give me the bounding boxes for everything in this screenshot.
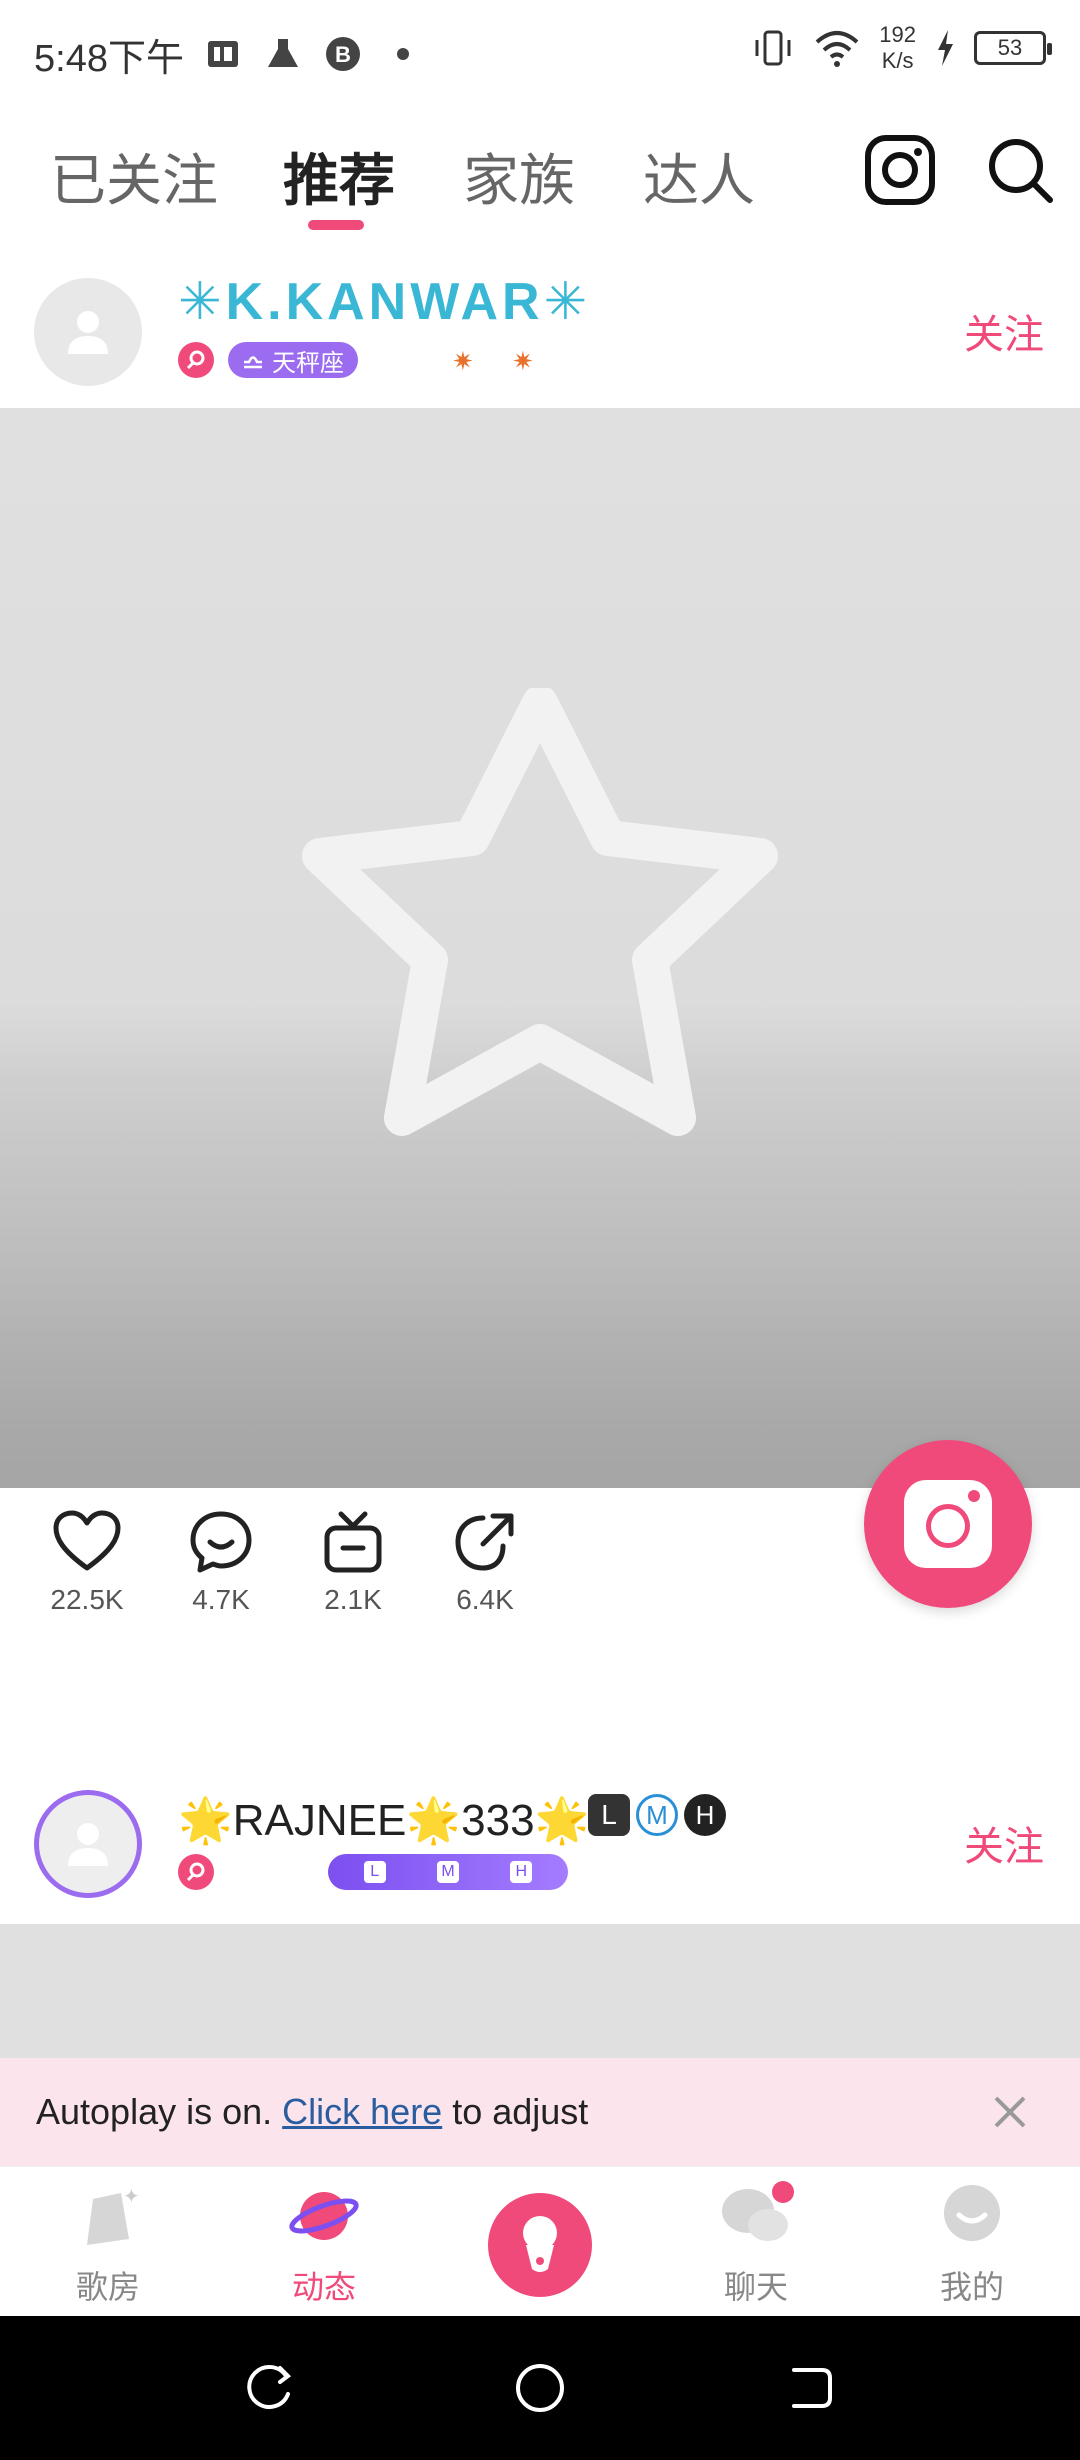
tab-recommended[interactable]: 推荐 bbox=[283, 136, 395, 217]
nav-label: 聊天 bbox=[723, 2268, 788, 2306]
flask-icon bbox=[267, 39, 298, 67]
level-tag-m: M bbox=[636, 1794, 678, 1836]
b-badge-icon: B bbox=[325, 37, 360, 71]
follow-button[interactable]: 关注 bbox=[964, 302, 1044, 360]
tab-family[interactable]: 家族 bbox=[463, 136, 575, 217]
post-media[interactable] bbox=[0, 1924, 1080, 2064]
status-right: 192 K/s 53 bbox=[751, 22, 1052, 74]
follow-button[interactable]: 关注 bbox=[964, 1814, 1044, 1872]
comment-action[interactable]: 4.7K bbox=[166, 1510, 276, 1616]
nav-item-feed[interactable]: 动态 bbox=[254, 2181, 394, 2308]
unread-dot bbox=[772, 2181, 794, 2203]
gift-icon bbox=[324, 1511, 382, 1573]
search-icon[interactable] bbox=[982, 132, 1058, 208]
nav-item-profile[interactable]: 我的 bbox=[902, 2181, 1042, 2308]
comment-count: 4.7K bbox=[192, 1584, 250, 1615]
top-tab-bar: 已关注 推荐 家族 达人 bbox=[0, 120, 1080, 240]
level-badge: L M H bbox=[328, 1854, 568, 1890]
placeholder-star-icon bbox=[302, 688, 778, 1136]
nav-item-karaoke[interactable]: ✦ 歌房 bbox=[38, 2181, 178, 2308]
microphone-room-icon: ✦ bbox=[87, 2186, 140, 2245]
status-time: 5:48下午 bbox=[34, 37, 184, 80]
level-tag-h: H bbox=[684, 1794, 726, 1836]
nav-label: 歌房 bbox=[75, 2268, 140, 2306]
net-speed-unit: K/s bbox=[881, 48, 914, 73]
status-bar: 5:48下午 B 192 K/s 53 bbox=[0, 0, 1080, 108]
home-icon[interactable] bbox=[512, 2360, 568, 2416]
nav-label: 我的 bbox=[939, 2268, 1004, 2306]
share-icon bbox=[455, 1513, 514, 1571]
autoplay-banner: Autoplay is on. Click here to adjust bbox=[0, 2058, 1080, 2166]
net-speed-value: 192 bbox=[879, 22, 916, 47]
vibrate-icon bbox=[755, 30, 791, 66]
share-count: 6.4K bbox=[456, 1584, 514, 1615]
app-notification-icon bbox=[207, 41, 238, 67]
gift-action[interactable]: 2.1K bbox=[298, 1510, 408, 1616]
username[interactable]: ✳K.KANWAR✳ bbox=[178, 272, 591, 332]
battery-level: 53 bbox=[997, 35, 1023, 60]
microphone-icon bbox=[523, 2216, 557, 2272]
nav-sing-button[interactable] bbox=[488, 2193, 592, 2297]
profile-icon bbox=[944, 2185, 1000, 2241]
avatar[interactable] bbox=[34, 1790, 142, 1898]
planet-icon bbox=[289, 2192, 359, 2240]
zodiac-label: 天秤座 bbox=[272, 348, 344, 377]
badge-row: L M H bbox=[178, 1854, 568, 1890]
level-tag-row: L M H bbox=[588, 1794, 726, 1836]
svg-text:✷: ✷ bbox=[512, 346, 534, 376]
back-icon[interactable] bbox=[782, 2360, 838, 2416]
wifi-icon bbox=[815, 31, 859, 67]
level-tag-l: L bbox=[588, 1794, 630, 1836]
nav-item-chat[interactable]: 聊天 bbox=[686, 2181, 826, 2308]
libra-icon bbox=[244, 356, 262, 369]
tab-active-indicator bbox=[308, 220, 364, 230]
female-icon bbox=[178, 342, 214, 378]
comment-icon bbox=[190, 1511, 252, 1573]
post-actions: 22.5K 4.7K 2.1K 6.4K bbox=[0, 1510, 1080, 1630]
heart-icon bbox=[53, 1510, 121, 1571]
level-badge-tag-l: L bbox=[363, 1861, 386, 1883]
charging-icon bbox=[938, 30, 953, 66]
recent-apps-icon[interactable] bbox=[242, 2360, 298, 2416]
zodiac-badge: 天秤座 bbox=[228, 342, 358, 378]
autoplay-prefix: Autoplay is on. bbox=[36, 2091, 273, 2132]
svg-text:B: B bbox=[335, 42, 351, 67]
badge-row: 天秤座 ✷ ✷ bbox=[178, 342, 552, 378]
dot-icon bbox=[396, 48, 409, 60]
share-action[interactable]: 6.4K bbox=[430, 1510, 540, 1616]
autoplay-suffix: to adjust bbox=[452, 2091, 589, 2132]
tab-following[interactable]: 已关注 bbox=[50, 136, 218, 217]
sparkle-decoration-icon: ✷ ✷ bbox=[452, 346, 534, 376]
female-icon bbox=[178, 1854, 214, 1890]
svg-text:✦: ✦ bbox=[123, 2186, 140, 2208]
battery-indicator: 53 bbox=[974, 31, 1052, 65]
like-action[interactable]: 22.5K bbox=[32, 1510, 142, 1616]
default-avatar-icon bbox=[68, 1823, 108, 1866]
post-header: ✳K.KANWAR✳ 天秤座 ✷ ✷ 关注 bbox=[0, 258, 1080, 398]
level-badge-tag-m: M bbox=[436, 1861, 459, 1883]
bottom-nav: ✦ 歌房 动态 聊天 我的 bbox=[0, 2166, 1080, 2316]
default-avatar-icon bbox=[68, 311, 108, 354]
svg-text:✷: ✷ bbox=[452, 346, 474, 376]
username[interactable]: 🌟RAJNEE🌟333🌟 bbox=[178, 1794, 589, 1846]
close-icon[interactable] bbox=[990, 2092, 1030, 2132]
post-header: 🌟RAJNEE🌟333🌟 L M H L M H 关注 bbox=[0, 1770, 1080, 1910]
nav-label: 动态 bbox=[291, 2268, 356, 2306]
gift-count: 2.1K bbox=[324, 1584, 382, 1615]
level-badge-tag-h: H bbox=[510, 1861, 533, 1883]
avatar[interactable] bbox=[34, 278, 142, 386]
post-media[interactable] bbox=[0, 408, 1080, 1488]
like-count: 22.5K bbox=[50, 1584, 124, 1615]
net-speed: 192 K/s bbox=[879, 22, 916, 74]
status-left-icons: B bbox=[204, 35, 422, 73]
autoplay-settings-link[interactable]: Click here bbox=[282, 2091, 442, 2133]
camera-post-icon[interactable] bbox=[862, 132, 938, 208]
tab-experts[interactable]: 达人 bbox=[643, 136, 755, 217]
system-navigation-bar bbox=[0, 2316, 1080, 2460]
